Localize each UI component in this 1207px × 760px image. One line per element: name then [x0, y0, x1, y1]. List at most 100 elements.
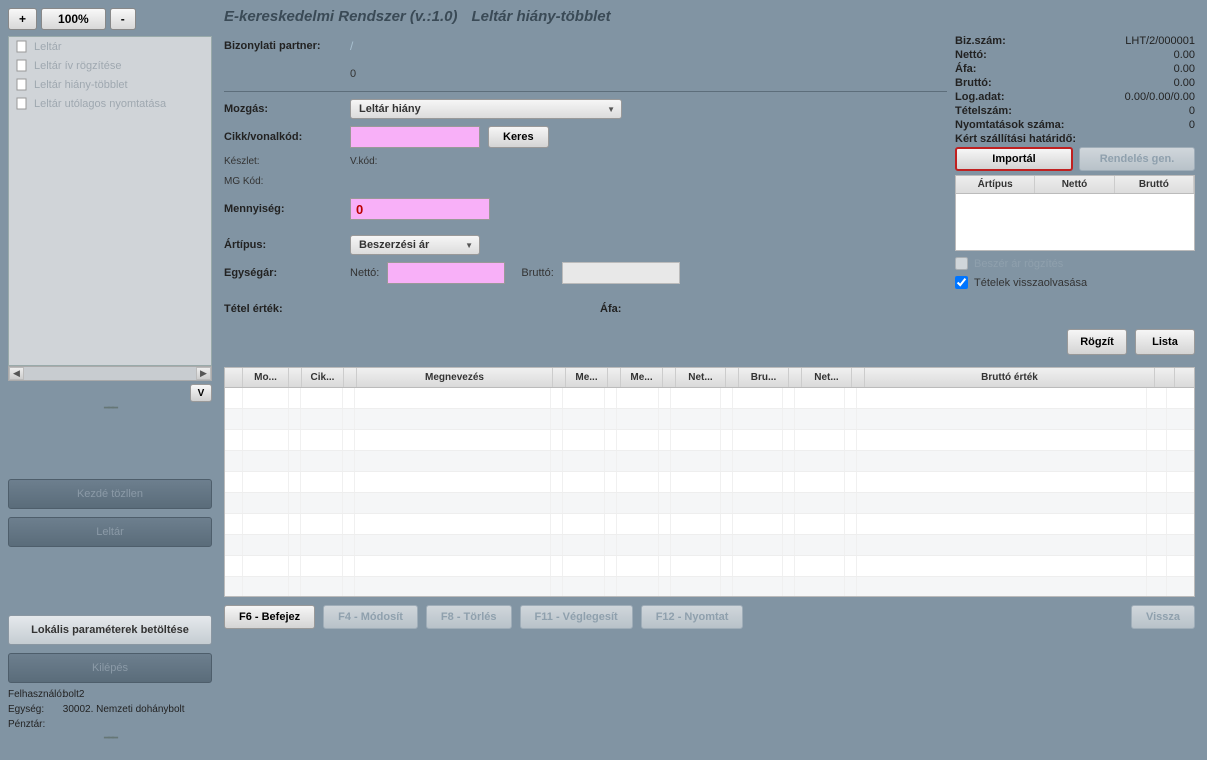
side-button-exit[interactable]: Kilépés	[8, 653, 212, 683]
table-header-cell[interactable]: Megnevezés	[357, 368, 553, 387]
scroll-left-icon[interactable]: ◀	[9, 367, 24, 380]
menny-label: Mennyiség:	[224, 203, 350, 215]
f12-nyomtat-button: F12 - Nyomtat	[641, 605, 744, 629]
table-header-cell[interactable]	[1155, 368, 1175, 387]
sidebar: + 100% - Leltár Leltár ív rögzítése Lelt…	[0, 0, 220, 760]
table-row[interactable]	[225, 556, 1194, 577]
table-header-cell[interactable]	[789, 368, 802, 387]
table-header-cell[interactable]	[852, 368, 865, 387]
drag-handle-icon[interactable]: ━━━	[8, 733, 212, 744]
scroll-right-icon[interactable]: ▶	[196, 367, 211, 380]
table-header-cell[interactable]	[726, 368, 739, 387]
log-value: 0.00/0.00/0.00	[1073, 91, 1195, 103]
cikk-label: Cikk/vonalkód:	[224, 131, 350, 143]
file-icon	[15, 78, 28, 91]
table-header-cell[interactable]: Me...	[621, 368, 663, 387]
nyom-label: Nyomtatások száma:	[955, 119, 1105, 131]
table-row[interactable]	[225, 388, 1194, 409]
rogzit-button[interactable]: Rögzít	[1067, 329, 1127, 355]
import-button[interactable]: Importál	[955, 147, 1073, 171]
unit-value: 30002. Nemzeti dohánybolt	[63, 704, 185, 715]
tetelszam-label: Tételszám:	[955, 105, 1073, 117]
table-header-cell[interactable]: Bruttó érték	[865, 368, 1155, 387]
table-row[interactable]	[225, 430, 1194, 451]
side-button-params[interactable]: Lokális paraméterek betöltése	[8, 615, 212, 645]
afa-label: Áfa:	[600, 303, 621, 315]
tree-item-utolagos[interactable]: Leltár utólagos nyomtatása	[9, 94, 211, 113]
artipus-label: Ártípus:	[224, 239, 350, 251]
zoom-out-button[interactable]: -	[110, 8, 136, 30]
table-row[interactable]	[225, 409, 1194, 430]
afa-sum-label: Áfa:	[955, 63, 1073, 75]
table-header-cell[interactable]: Mo...	[243, 368, 289, 387]
menny-input[interactable]	[350, 198, 490, 220]
collapse-v-button[interactable]: V	[190, 384, 212, 402]
tetelszam-value: 0	[1073, 105, 1195, 117]
mini-col-artipus: Ártípus	[956, 176, 1035, 193]
function-bar: F6 - Befejez F4 - Módosít F8 - Törlés F1…	[224, 605, 1195, 629]
tree-horizontal-scrollbar[interactable]: ◀ ▶	[8, 366, 212, 381]
beszer-label: Beszér ár rögzítés	[974, 258, 1063, 270]
keszlet-label: Készlet:	[224, 156, 350, 167]
table-header-cell[interactable]: Net...	[676, 368, 726, 387]
hatarido-label: Kért szállítási határidő:	[955, 133, 1155, 145]
table-row[interactable]	[225, 535, 1194, 556]
summary-panel: Biz.szám:LHT/2/000001 Nettó:0.00 Áfa:0.0…	[955, 35, 1195, 355]
side-button-kezdo[interactable]: Kezdé tözllen	[8, 479, 212, 509]
table-header-cell[interactable]	[608, 368, 621, 387]
mini-col-brutto: Bruttó	[1115, 176, 1194, 193]
file-icon	[15, 59, 28, 72]
main-panel: E-kereskedelmi Rendszer (v.:1.0)Leltár h…	[220, 0, 1207, 760]
table-header-cell[interactable]: Bru...	[739, 368, 789, 387]
cikk-input[interactable]	[350, 126, 480, 148]
f4-modosit-button: F4 - Módosít	[323, 605, 418, 629]
partner-subvalue: 0	[350, 68, 356, 80]
log-label: Log.adat:	[955, 91, 1073, 103]
zoom-in-button[interactable]: +	[8, 8, 37, 30]
table-header-cell[interactable]	[663, 368, 676, 387]
table-row[interactable]	[225, 451, 1194, 472]
unit-label: Egység:	[8, 704, 60, 715]
price-types-table: Ártípus Nettó Bruttó	[955, 175, 1195, 251]
table-header-cell[interactable]: Net...	[802, 368, 852, 387]
user-label: Felhasználó:	[8, 689, 60, 700]
table-row[interactable]	[225, 514, 1194, 535]
f6-befejez-button[interactable]: F6 - Befejez	[224, 605, 315, 629]
items-table: Mo... Cik... Megnevezés Me... Me... Net... Bru…	[224, 367, 1195, 597]
page-title: E-kereskedelmi Rendszer (v.:1.0)Leltár h…	[224, 8, 1195, 25]
artipus-select[interactable]: Beszerzési ár	[350, 235, 480, 255]
netto-sublabel: Nettó:	[350, 267, 379, 279]
keres-button[interactable]: Keres	[488, 126, 549, 148]
table-header-cell[interactable]	[225, 368, 243, 387]
tetel-ertek-label: Tétel érték:	[224, 303, 350, 315]
afa-sum-value: 0.00	[1073, 63, 1195, 75]
table-header-cell[interactable]	[289, 368, 302, 387]
brutto-input[interactable]	[562, 262, 680, 284]
partner-label: Bizonylati partner:	[224, 40, 350, 52]
partner-value: /	[350, 39, 353, 53]
netto-input[interactable]	[387, 262, 505, 284]
tree-item-hiany-tobblet[interactable]: Leltár hiány-többlet	[9, 75, 211, 94]
table-header-cell[interactable]	[553, 368, 566, 387]
drag-handle-icon[interactable]: ━━━	[8, 403, 212, 414]
tree-item-leltar-iv[interactable]: Leltár ív rögzítése	[9, 56, 211, 75]
table-header-cell[interactable]	[344, 368, 357, 387]
tree-item-leltar[interactable]: Leltár	[9, 37, 211, 56]
table-header-cell[interactable]: Me...	[566, 368, 608, 387]
f11-veglegesit-button: F11 - Véglegesít	[520, 605, 633, 629]
side-button-leltar[interactable]: Leltár	[8, 517, 212, 547]
zoom-level-button[interactable]: 100%	[41, 8, 106, 30]
table-row[interactable]	[225, 472, 1194, 493]
mozgas-select[interactable]: Leltár hiány	[350, 99, 622, 119]
mini-col-netto: Nettó	[1035, 176, 1114, 193]
lista-button[interactable]: Lista	[1135, 329, 1195, 355]
vissza-button: Vissza	[1131, 605, 1195, 629]
table-row[interactable]	[225, 577, 1194, 597]
navigation-tree: Leltár Leltár ív rögzítése Leltár hiány-…	[8, 36, 212, 366]
mg-label: MG Kód:	[224, 176, 350, 187]
rendeles-gen-button: Rendelés gen.	[1079, 147, 1195, 171]
tetelek-checkbox[interactable]	[955, 276, 968, 289]
table-header-cell[interactable]: Cik...	[302, 368, 344, 387]
netto-value: 0.00	[1073, 49, 1195, 61]
table-row[interactable]	[225, 493, 1194, 514]
